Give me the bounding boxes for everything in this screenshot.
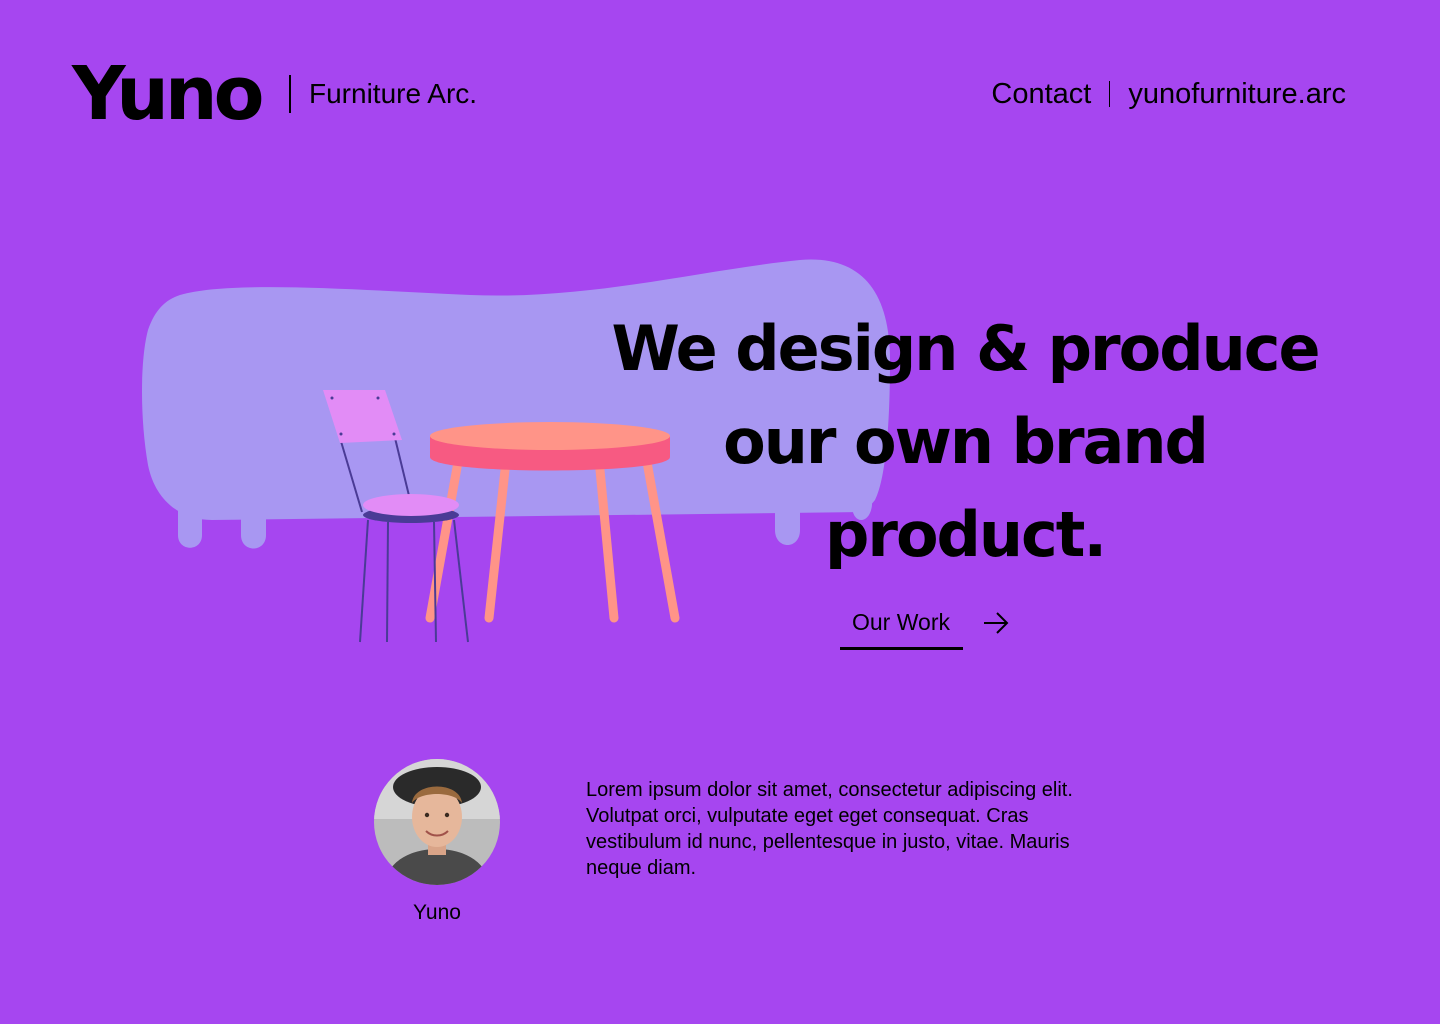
website-link[interactable]: yunofurniture.arc	[1128, 76, 1346, 112]
chair-rivet	[376, 396, 380, 400]
hero-headline: We design & produce our own brand produc…	[600, 302, 1330, 581]
sofa-leg-2	[241, 510, 266, 549]
top-nav: Contact yunofurniture.arc	[991, 76, 1346, 112]
headline-line: product.	[824, 498, 1107, 571]
avatar-image	[374, 759, 500, 885]
avatar-name: Yuno	[413, 901, 461, 924]
bio-text: Lorem ipsum dolor sit amet, consectetur …	[586, 779, 1073, 879]
our-work-label: Our Work	[852, 609, 950, 635]
chair-rivet	[339, 432, 343, 436]
chair-leg-1	[359, 519, 369, 643]
contact-link[interactable]: Contact	[991, 76, 1091, 112]
cta-underline	[840, 647, 963, 650]
our-work-button[interactable]: Our Work	[840, 602, 1030, 652]
brand-logo[interactable]: Yuno	[72, 54, 264, 134]
headline-line: our own brand	[723, 405, 1209, 478]
chair-leg-4	[453, 519, 469, 643]
chair-rivet	[392, 432, 396, 436]
nav-divider	[1109, 81, 1111, 107]
chair-leg-3	[433, 521, 437, 643]
brand-tagline: Furniture Arc.	[309, 78, 478, 109]
arrow-right-icon	[984, 612, 1009, 634]
avatar	[374, 759, 500, 885]
chair-rivet	[330, 396, 334, 400]
logo-divider	[289, 75, 291, 113]
headline-line: We design & produce	[611, 312, 1320, 385]
sofa-leg-1	[178, 510, 202, 548]
chair-leg-2	[386, 521, 389, 643]
chair-seat	[363, 494, 459, 516]
